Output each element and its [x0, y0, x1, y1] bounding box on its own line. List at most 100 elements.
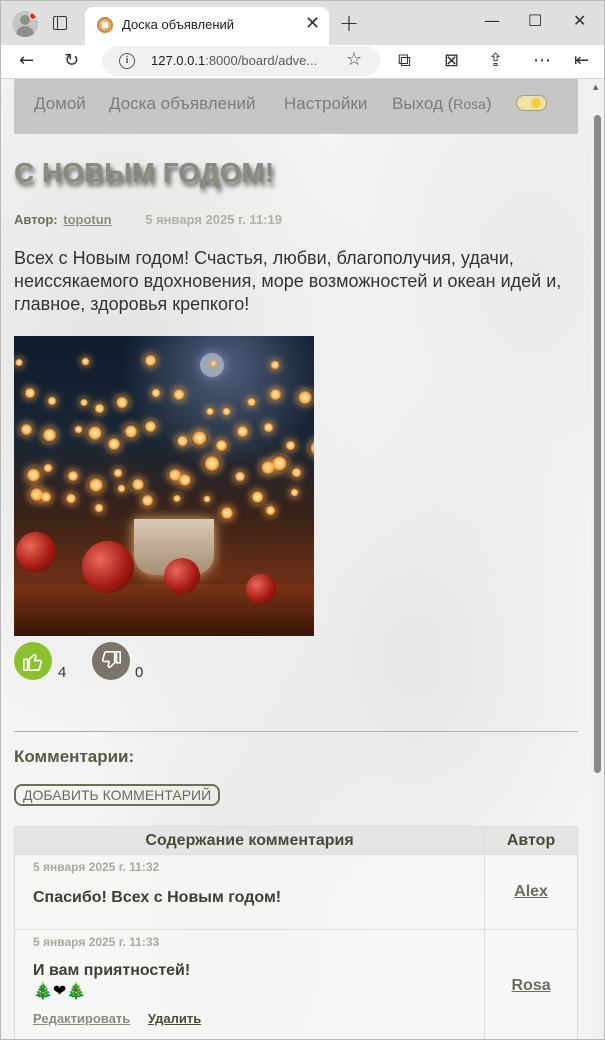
toggle-knob — [531, 98, 541, 108]
delete-comment-link[interactable]: Удалить — [148, 1011, 201, 1026]
edit-comment-link[interactable]: Редактировать — [33, 1011, 130, 1026]
scrollbar[interactable]: ▲ — [591, 79, 604, 1039]
comments-table: Содержание комментария Автор 5 января 20… — [13, 826, 578, 1039]
bokeh-light — [19, 422, 34, 437]
bokeh-light — [290, 488, 299, 498]
bokeh-light — [291, 466, 302, 478]
bokeh-light — [67, 470, 79, 483]
table-row: 5 января 2025 г. 11:33 И вам приятностей… — [13, 929, 578, 1039]
comment-date: 5 января 2025 г. 11:32 — [33, 860, 160, 874]
bokeh-light — [46, 396, 57, 407]
bokeh-light — [112, 468, 123, 479]
site-favicon-icon — [97, 17, 113, 33]
more-menu-icon[interactable]: ⋯ — [533, 50, 551, 72]
author-link[interactable]: topotun — [63, 212, 111, 227]
share-icon[interactable]: ⇪ — [488, 50, 503, 72]
back-icon[interactable]: ← — [19, 50, 34, 72]
bokeh-light — [236, 425, 249, 438]
tab-actions-icon[interactable] — [51, 14, 71, 32]
nav-settings[interactable]: Настройки — [284, 94, 367, 114]
tab-close-icon[interactable]: ✕ — [305, 13, 320, 34]
bokeh-light — [143, 354, 157, 368]
nav-logout-user: Rosa — [453, 96, 486, 112]
theme-toggle[interactable] — [516, 95, 547, 111]
bokeh-light — [176, 434, 189, 447]
bokeh-light — [220, 506, 234, 521]
scroll-up-icon[interactable]: ▲ — [593, 83, 598, 91]
bokeh-light — [246, 397, 257, 407]
bokeh-light — [265, 505, 277, 517]
comment-text: И вам приятностей! — [33, 962, 191, 979]
scroll-thumb[interactable] — [594, 115, 601, 773]
address-toolbar: ← ↻ i 127.0.0.1:8000/board/adve... ☆ ⧉ ⊠… — [1, 45, 604, 79]
close-window-icon[interactable]: ✕ — [573, 11, 586, 30]
nav-board[interactable]: Доска объявлений — [109, 94, 256, 114]
bokeh-light — [205, 407, 215, 416]
favorite-star-icon[interactable]: ☆ — [346, 49, 362, 70]
comment-author-link[interactable]: Rosa — [484, 929, 578, 1039]
comment-text: Спасибо! Всех с Новым годом! — [33, 889, 282, 906]
bokeh-light — [250, 490, 265, 505]
like-button[interactable] — [14, 642, 52, 680]
screenshot-icon[interactable]: ⊠ — [444, 50, 459, 72]
comment-content-cell: 5 января 2025 г. 11:33 И вам приятностей… — [13, 929, 486, 1039]
nav-home[interactable]: Домой — [34, 94, 86, 114]
bokeh-light — [270, 454, 288, 472]
comment-author-link[interactable]: Alex — [484, 854, 578, 930]
new-tab-icon[interactable]: + — [339, 9, 359, 37]
bokeh-light — [202, 494, 211, 503]
comment-date: 5 января 2025 г. 11:33 — [33, 935, 160, 949]
ornament-shape — [164, 558, 200, 594]
bokeh-light — [25, 467, 42, 484]
browser-tab[interactable]: Доска объявлений ✕ — [85, 7, 329, 45]
site-navbar: Домой Доска объявлений Настройки Выход (… — [14, 79, 578, 134]
bokeh-light — [79, 398, 89, 407]
post-text: Всех с Новым годом! Счастья, любви, благ… — [14, 248, 562, 314]
table-row: 5 января 2025 г. 11:32 Спасибо! Всех с Н… — [13, 854, 578, 930]
like-count: 4 — [58, 664, 67, 681]
bokeh-light — [297, 389, 313, 406]
profile-avatar-icon[interactable] — [12, 11, 38, 37]
address-bar[interactable]: i 127.0.0.1:8000/board/adve... ☆ — [102, 46, 380, 76]
bokeh-light — [221, 406, 231, 416]
url-text: 127.0.0.1:8000/board/adve... — [151, 53, 318, 68]
bokeh-light — [94, 402, 106, 415]
bokeh-light — [191, 429, 208, 447]
dislike-button[interactable] — [92, 642, 130, 680]
bokeh-light — [151, 387, 161, 398]
bokeh-light — [203, 454, 221, 472]
bokeh-light — [144, 420, 157, 433]
add-comment-button[interactable]: ДОБАВИТЬ КОММЕНТАРИЙ — [14, 784, 221, 806]
bokeh-light — [94, 502, 105, 513]
browser-window: Доска объявлений ✕ + — ☐ ✕ ← ↻ i 127.0.0… — [0, 0, 605, 1040]
post-title: С НОВЫМ ГОДОМ! — [14, 157, 275, 188]
sidebar-toggle-icon[interactable]: ⇤ — [574, 50, 589, 72]
bokeh-light — [39, 490, 52, 503]
ornament-shape — [246, 574, 276, 604]
comment-actions: Редактировать Удалить — [15, 1005, 484, 1026]
split-screen-icon[interactable]: ⧉ — [398, 50, 411, 72]
nav-logout[interactable]: Выход (Rosa) — [392, 94, 492, 114]
tab-strip: Доска объявлений ✕ + — ☐ ✕ — [1, 1, 604, 45]
bokeh-light — [270, 360, 281, 371]
divider — [14, 731, 578, 732]
maximize-icon[interactable]: ☐ — [528, 11, 542, 30]
tab-title: Доска объявлений — [122, 17, 235, 32]
bokeh-light — [42, 462, 54, 473]
thumbs-up-icon — [23, 653, 43, 671]
bokeh-light — [263, 422, 274, 434]
bokeh-light — [73, 424, 84, 435]
minimize-icon[interactable]: — — [484, 11, 500, 30]
bokeh-light — [130, 477, 145, 492]
info-icon[interactable]: i — [119, 53, 135, 69]
bokeh-light — [234, 470, 246, 482]
bokeh-light — [210, 359, 218, 367]
bokeh-light — [86, 424, 103, 441]
bokeh-light — [14, 358, 23, 367]
reload-icon[interactable]: ↻ — [64, 50, 79, 72]
post-meta: Автор: topotun 5 января 2025 г. 11:19 — [14, 212, 282, 227]
bokeh-light — [177, 473, 192, 487]
comment-content-cell: 5 января 2025 г. 11:32 Спасибо! Всех с Н… — [13, 854, 486, 930]
column-header-content: Содержание комментария — [13, 826, 486, 855]
bokeh-light — [41, 427, 57, 443]
